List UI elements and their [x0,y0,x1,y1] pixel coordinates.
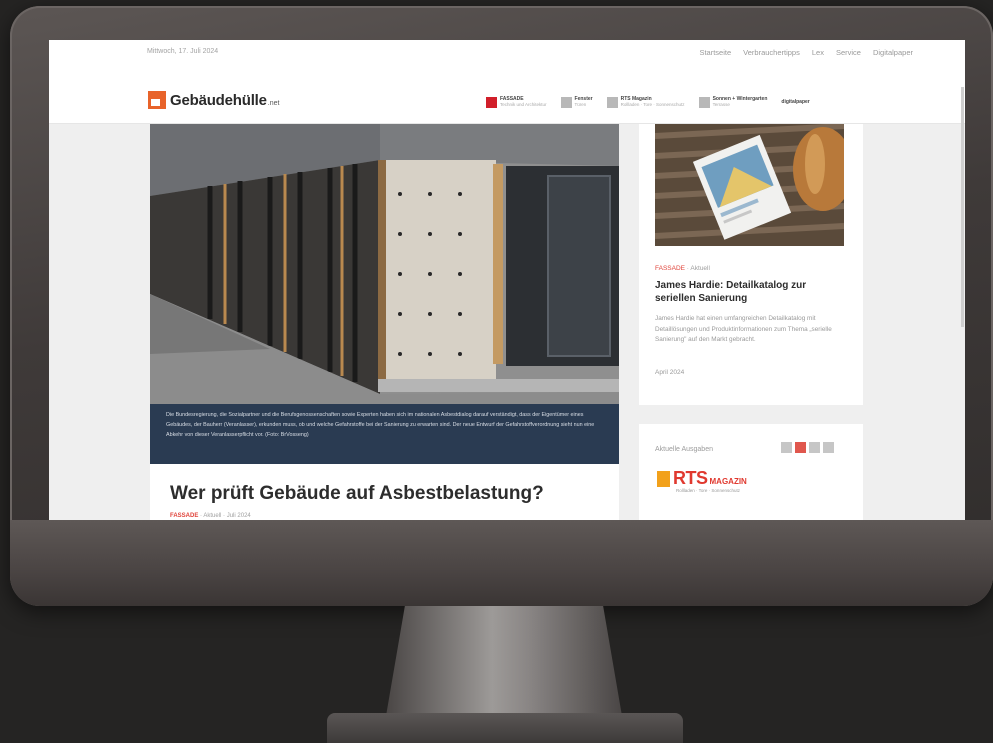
nav-lex[interactable]: Lex [812,48,824,57]
hero-image[interactable] [150,124,619,404]
rts-logo-icon [606,96,618,108]
rts-logo-mark-icon [657,470,670,487]
issue-pager-dot[interactable] [809,442,820,453]
sidebar-teaser-card[interactable]: FASSADE · Aktuell James Hardie: Detailka… [639,124,863,405]
rts-logo-word: MAGAZIN [709,477,747,486]
current-date: Mittwoch, 17. Juli 2024 [147,48,219,55]
partner-sub: Rollladen · Tore · Sonnenschutz [620,102,685,107]
teaser-category[interactable]: FASSADE [655,265,685,272]
browser-viewport: Mittwoch, 17. Juli 2024 Startseite Verbr… [49,40,965,520]
article-meta: FASSADE · Aktuell · Juli 2024 [170,513,251,519]
partner-sub: Türen [574,102,587,107]
sonnen-logo-icon [698,96,710,108]
partner-sonnen-wintergarten[interactable]: Sonnen + Wintergarten Terrasse [698,96,767,108]
top-bar: Mittwoch, 17. Juli 2024 Startseite Verbr… [49,40,965,80]
site-header: Gebäudehülle .net FASSADE Technik und Arc… [49,80,965,124]
logo-text: Gebäudehülle [170,91,267,109]
article-date: Juli 2024 [226,513,251,519]
top-navigation: Startseite Verbrauchertipps Lex Service … [699,48,913,57]
partner-name: digitalpaper [781,99,810,105]
page-scrollbar[interactable] [961,87,964,327]
hero-caption: Die Bundesregierung, die Sozialpartner u… [150,404,619,464]
issues-pager [781,442,834,453]
nav-service[interactable]: Service [836,48,861,57]
teaser-date: April 2024 [655,369,685,376]
partner-rts[interactable]: RTS Magazin Rollladen · Tore · Sonnenschu… [606,96,685,108]
site-logo[interactable]: Gebäudehülle .net [148,91,279,109]
partner-sub: Terrasse [712,102,730,107]
logo-suffix: .net [267,100,280,107]
nav-verbrauchertipps[interactable]: Verbrauchertipps [743,48,800,57]
article-headline[interactable]: Wer prüft Gebäude auf Asbestbelastung? [170,483,544,505]
rts-magazin-logo[interactable]: RTS MAGAZIN [657,468,747,489]
logo-mark-icon [148,91,166,109]
monitor-stand-neck [386,606,622,716]
article-category[interactable]: FASSADE [170,513,198,519]
partner-fenster[interactable]: Fenster Türen [560,96,593,108]
teaser-section: Aktuell [690,265,710,272]
nav-digitalpaper[interactable]: Digitalpaper [873,48,913,57]
current-issues-card: Aktuelle Ausgaben RTS MAGAZIN Rollladen … [639,424,863,520]
article-section: Aktuell [203,513,222,519]
teaser-text: James Hardie hat einen umfangreichen Det… [655,315,832,343]
fassade-logo-icon [486,96,497,108]
teaser-title[interactable]: James Hardie: Detailkatalog zur serielle… [655,279,845,305]
teaser-kicker: FASSADE · Aktuell [655,265,710,272]
nav-startseite[interactable]: Startseite [699,48,731,57]
issue-pager-dot[interactable] [781,442,792,453]
issues-label: Aktuelle Ausgaben [655,446,713,453]
issue-pager-dot-active[interactable] [795,442,806,453]
catalog-photo [655,124,844,246]
facade-photo [150,124,619,404]
monitor-chin [10,520,993,606]
partner-sub: Technik und Architektur [500,102,547,107]
partner-logos: FASSADE Technik und Architektur Fenster Tü… [486,96,810,108]
rts-subtitle: Rollladen · Tore · Sonnenschutz [676,488,740,493]
issue-pager-dot[interactable] [823,442,834,453]
rts-logo-text: RTS [673,468,708,488]
partner-fassade[interactable]: FASSADE Technik und Architektur [486,96,547,108]
fenster-logo-icon [560,96,572,108]
partner-digitalpaper[interactable]: digitalpaper [781,99,809,105]
main-article-card[interactable]: Wer prüft Gebäude auf Asbestbelastung? F… [150,464,619,520]
teaser-image[interactable] [655,124,844,246]
